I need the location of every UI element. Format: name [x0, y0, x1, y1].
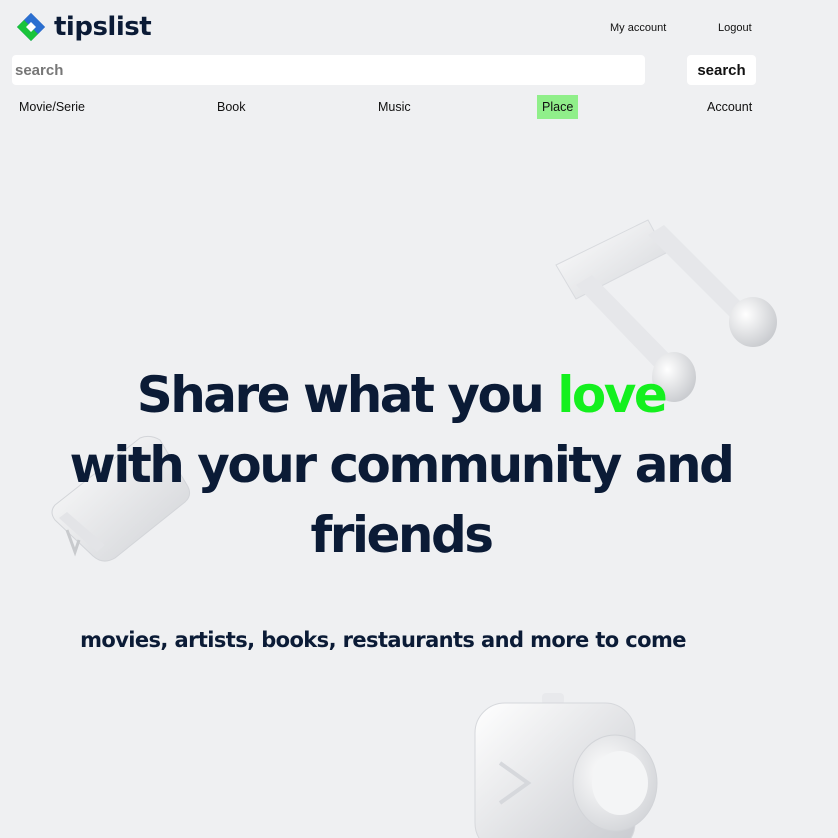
- search-input[interactable]: [12, 55, 645, 85]
- camera-icon: [474, 693, 658, 838]
- hero-title-line-2: with your community and: [69, 436, 735, 494]
- hero-title-line-3: friends: [310, 506, 494, 564]
- hero-title-accent: love: [557, 366, 668, 424]
- hero-subtitle: movies, artists, books, restaurants and …: [80, 628, 686, 652]
- nav-item-account[interactable]: Account: [702, 95, 757, 119]
- hero-title-prefix: Share what you: [136, 366, 558, 424]
- my-account-link[interactable]: My account: [610, 22, 666, 34]
- hero: Share what you love with your community …: [0, 360, 838, 570]
- nav-item-movie-serie[interactable]: Movie/Serie: [14, 95, 90, 119]
- nav-item-book[interactable]: Book: [212, 95, 251, 119]
- logo-text: tipslist: [54, 12, 152, 42]
- logout-link[interactable]: Logout: [718, 22, 752, 34]
- logo[interactable]: tipslist: [16, 12, 152, 42]
- nav-item-place[interactable]: Place: [537, 95, 579, 119]
- nav-item-music[interactable]: Music: [373, 95, 416, 119]
- logo-diamond-icon: [17, 13, 45, 41]
- hero-title-line-1: Share what you love: [0, 360, 838, 430]
- page: tipslist My account Logout search Movie/…: [0, 0, 838, 838]
- search-button[interactable]: search: [687, 55, 756, 85]
